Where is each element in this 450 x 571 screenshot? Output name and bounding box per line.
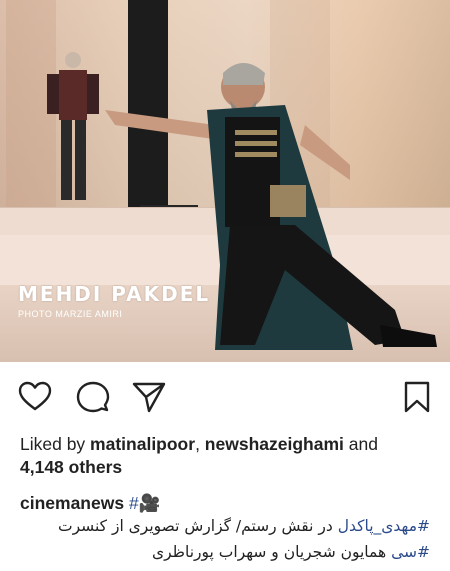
likes-and: and [343, 434, 378, 454]
heart-icon[interactable] [18, 380, 52, 414]
caption-header: cinemanews #🎥 [20, 493, 160, 514]
photo-credit: PHOTO MARZIE AMIRI [18, 309, 123, 319]
likes-separator: , [195, 434, 205, 454]
share-icon[interactable] [132, 380, 166, 414]
likes-others-link[interactable]: 4,148 others [20, 457, 122, 477]
likes-prefix: Liked by [20, 434, 91, 454]
caption-text: همایون شجریان و سهراب پورناظری [152, 543, 392, 561]
post-photo[interactable]: MEHDI PAKDEL PHOTO MARZIE AMIRI [0, 0, 450, 362]
caption-text: در نقش رستم/ گزارش تصویری از کنسرت [58, 517, 338, 535]
likes-summary: Liked by matinalipoor, newshazeighami an… [20, 433, 440, 479]
caption-hashtag[interactable]: #🎥 [129, 493, 161, 513]
caption-username[interactable]: cinemanews [20, 493, 124, 513]
comment-icon[interactable] [76, 380, 110, 414]
caption-hashtag[interactable]: #سی [391, 543, 430, 561]
liker-username[interactable]: matinalipoor [90, 434, 195, 454]
caption-line: #مهدی_پاکدل در نقش رستم/ گزارش تصویری از… [10, 517, 430, 535]
liker-username[interactable]: newshazeighami [205, 434, 344, 454]
caption-hashtag[interactable]: #مهدی_پاکدل [338, 517, 430, 535]
post-action-bar [0, 362, 450, 434]
caption-line: #سی همایون شجریان و سهراب پورناظری [10, 543, 430, 561]
bookmark-icon[interactable] [400, 380, 434, 414]
performer [105, 63, 437, 350]
photo-watermark: MEHDI PAKDEL [18, 282, 211, 306]
